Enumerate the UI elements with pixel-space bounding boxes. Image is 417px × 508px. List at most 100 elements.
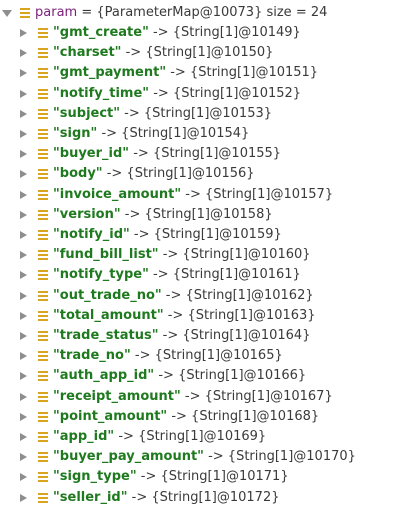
entry-value: {String[1]@10151}	[189, 65, 319, 81]
map-entry-row[interactable]: "buyer_pay_amount" -> {String[1]@10170}	[0, 447, 417, 467]
expand-arrow-icon[interactable]	[17, 366, 29, 386]
expand-arrow-icon[interactable]	[17, 205, 29, 225]
expand-arrow-icon[interactable]	[17, 225, 29, 245]
map-entry-row[interactable]: "app_id" -> {String[1]@10169}	[0, 427, 417, 447]
expand-arrow-icon[interactable]	[17, 387, 29, 407]
map-entry-row[interactable]: "gmt_create" -> {String[1]@10149}	[0, 23, 417, 43]
map-entry-row[interactable]: "notify_id" -> {String[1]@10159}	[0, 225, 417, 245]
map-entry-row[interactable]: "gmt_payment" -> {String[1]@10151}	[0, 63, 417, 83]
expand-arrow-icon[interactable]	[17, 185, 29, 205]
tree-root-row[interactable]: param = {ParameterMap@10073} size = 24	[0, 3, 417, 23]
map-entry-row[interactable]: "charset" -> {String[1]@10150}	[0, 43, 417, 63]
entry-separator: ->	[158, 328, 183, 343]
map-entry-label: "notify_id" -> {String[1]@10159}	[53, 225, 282, 245]
entry-value: {String[1]@10164}	[182, 328, 311, 343]
expand-arrow-icon[interactable]	[17, 124, 29, 144]
map-entry-icon	[38, 189, 48, 201]
expand-arrow-icon[interactable]	[17, 488, 29, 508]
entry-value: {String[1]@10160}	[182, 247, 311, 263]
map-entry-row[interactable]: "fund_bill_list" -> {String[1]@10160}	[0, 245, 417, 265]
expand-arrow-icon[interactable]	[17, 63, 29, 83]
map-entry-row[interactable]: "body" -> {String[1]@10156}	[0, 164, 417, 184]
expand-arrow-icon[interactable]	[17, 144, 29, 164]
entry-value: {String[1]@10162}	[185, 287, 314, 303]
map-entry-icon	[38, 48, 48, 59]
map-entry-label: "notify_time" -> {String[1]@10152}	[53, 84, 301, 104]
entry-separator: ->	[154, 368, 179, 384]
map-entry-icon	[38, 411, 48, 423]
expand-arrow-icon[interactable]	[17, 467, 29, 487]
expand-arrow-icon[interactable]	[1, 3, 13, 23]
map-entry-label: "app_id" -> {String[1]@10169}	[53, 427, 266, 447]
entry-key: "subject"	[53, 105, 121, 121]
map-entry-label: "point_amount" -> {String[1]@10168}	[53, 407, 319, 427]
map-entry-row[interactable]: "invoice_amount" -> {String[1]@10157}	[0, 185, 417, 205]
entry-separator: ->	[136, 469, 161, 485]
map-entry-icon	[38, 169, 48, 180]
map-entry-row[interactable]: "sign" -> {String[1]@10154}	[0, 124, 417, 144]
entry-value: {String[1]@10156}	[126, 166, 255, 182]
entry-value: {String[1]@10167}	[204, 388, 333, 404]
entry-separator: ->	[120, 105, 144, 121]
entry-separator: ->	[167, 408, 192, 424]
map-entry-row[interactable]: "auth_app_id" -> {String[1]@10166}	[0, 366, 417, 386]
map-entry-row[interactable]: "total_amount" -> {String[1]@10163}	[0, 306, 417, 326]
expand-arrow-icon[interactable]	[17, 326, 29, 346]
map-entry-label: "sign_type" -> {String[1]@10171}	[53, 467, 289, 487]
expand-arrow-icon[interactable]	[17, 164, 29, 184]
map-entry-icon	[38, 209, 48, 221]
map-entry-row[interactable]: "trade_status" -> {String[1]@10164}	[0, 326, 417, 346]
map-entry-row[interactable]: "sign_type" -> {String[1]@10171}	[0, 467, 417, 487]
map-entry-row[interactable]: "notify_type" -> {String[1]@10161}	[0, 265, 417, 285]
map-entry-row[interactable]: "receipt_amount" -> {String[1]@10167}	[0, 387, 417, 407]
expand-arrow-icon[interactable]	[17, 23, 29, 43]
expand-arrow-icon[interactable]	[17, 84, 29, 104]
entry-value: {String[1]@10152}	[172, 85, 302, 101]
entry-key: "gmt_create"	[53, 25, 149, 40]
map-entry-label: "auth_app_id" -> {String[1]@10166}	[53, 366, 306, 386]
entry-separator: ->	[102, 166, 127, 182]
expand-arrow-icon[interactable]	[17, 245, 29, 265]
expand-arrow-icon[interactable]	[17, 306, 29, 326]
map-entry-label: "body" -> {String[1]@10156}	[53, 164, 255, 184]
expand-arrow-icon[interactable]	[17, 447, 29, 467]
map-entry-icon	[38, 230, 48, 241]
expand-arrow-icon[interactable]	[17, 346, 29, 366]
map-entry-label: "trade_no" -> {String[1]@10165}	[53, 346, 283, 366]
map-entry-row[interactable]: "out_trade_no" -> {String[1]@10162}	[0, 286, 417, 306]
entry-separator: ->	[130, 348, 155, 364]
map-entry-icon	[38, 331, 48, 342]
entry-separator: ->	[129, 146, 153, 162]
map-entry-row[interactable]: "subject" -> {String[1]@10153}	[0, 104, 417, 124]
map-entry-row[interactable]: "notify_time" -> {String[1]@10152}	[0, 84, 417, 104]
expand-arrow-icon[interactable]	[17, 104, 29, 124]
entry-separator: ->	[163, 307, 188, 323]
map-entry-row[interactable]: "seller_id" -> {String[1]@10172}	[0, 488, 417, 508]
entry-key: "sign_type"	[53, 469, 137, 485]
map-entry-row[interactable]: "trade_no" -> {String[1]@10165}	[0, 346, 417, 366]
entry-key: "total_amount"	[53, 307, 164, 323]
expand-arrow-icon[interactable]	[17, 286, 29, 306]
expand-arrow-icon[interactable]	[17, 427, 29, 447]
entry-value: {String[1]@10149}	[172, 25, 301, 40]
entry-key: "notify_type"	[53, 267, 149, 283]
entry-separator: ->	[181, 186, 205, 202]
entry-value: {String[1]@10171}	[160, 469, 289, 485]
map-entry-row[interactable]: "buyer_id" -> {String[1]@10155}	[0, 144, 417, 164]
entry-separator: ->	[129, 227, 154, 242]
entry-separator: ->	[161, 287, 186, 303]
expand-arrow-icon[interactable]	[17, 265, 29, 285]
expand-arrow-icon[interactable]	[17, 407, 29, 427]
map-entry-row[interactable]: "version" -> {String[1]@10158}	[0, 205, 417, 225]
map-entry-row[interactable]: "point_amount" -> {String[1]@10168}	[0, 407, 417, 427]
entry-value: {String[1]@10163}	[187, 307, 316, 323]
entry-key: "gmt_payment"	[53, 65, 167, 81]
map-entry-icon	[38, 149, 48, 160]
map-entry-label: "notify_type" -> {String[1]@10161}	[53, 265, 301, 285]
expand-arrow-icon[interactable]	[17, 43, 29, 63]
map-entry-icon	[38, 310, 48, 322]
entry-separator: ->	[158, 247, 183, 263]
entry-value: {String[1]@10159}	[153, 227, 282, 242]
entry-key: "out_trade_no"	[53, 287, 162, 303]
entry-key: "invoice_amount"	[53, 186, 182, 202]
